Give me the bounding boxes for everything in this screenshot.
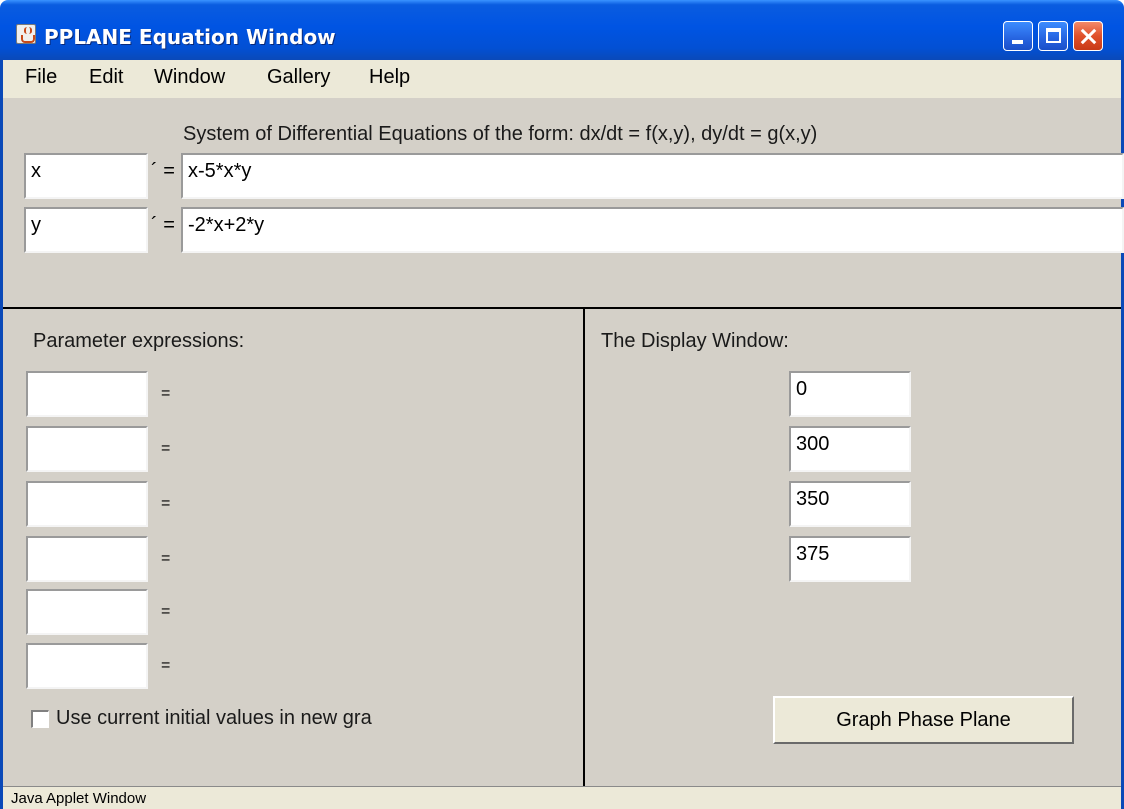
minimize-icon [1012,40,1023,44]
equations-header: System of Differential Equations of the … [183,123,818,145]
menu-bar: File Edit Window Gallery Help [3,60,1121,98]
status-bar: Java Applet Window [3,786,1121,809]
display-field-4[interactable]: 375 [789,536,911,582]
parameter-equals-6: = [161,657,171,674]
parameter-field-6[interactable] [26,643,148,689]
title-bar: PPLANE Equation Window [0,0,1124,60]
parameter-field-3[interactable] [26,481,148,527]
parameter-field-5[interactable] [26,589,148,635]
status-text: Java Applet Window [11,790,147,807]
maximize-button[interactable] [1038,21,1068,51]
parameter-equals-3: = [161,495,171,512]
y-prime-equals: ´ = [151,214,175,236]
menu-help[interactable]: Help [369,66,410,89]
maximize-icon [1046,28,1061,43]
parameter-equals-2: = [161,440,171,457]
parameter-equals-4: = [161,550,171,567]
graph-phase-plane-button[interactable]: Graph Phase Plane [773,696,1074,744]
display-field-3[interactable]: 350 [789,481,911,527]
y-variable-field[interactable]: y [24,207,148,253]
java-icon [16,24,36,44]
menu-edit[interactable]: Edit [89,66,123,89]
parameter-field-1[interactable] [26,371,148,417]
display-window-title: The Display Window: [601,330,789,352]
display-field-2[interactable]: 300 [789,426,911,472]
parameter-field-2[interactable] [26,426,148,472]
parameter-field-4[interactable] [26,536,148,582]
column-divider [583,309,585,786]
parameter-equals-5: = [161,603,171,620]
close-button[interactable] [1073,21,1103,51]
menu-window[interactable]: Window [154,66,225,89]
menu-file[interactable]: File [25,66,57,89]
x-prime-equals: ´ = [151,160,175,182]
minimize-button[interactable] [1003,21,1033,51]
parameter-equals-1: = [161,385,171,402]
display-field-1[interactable]: 0 [789,371,911,417]
initial-values-label: Use current initial values in new gra [56,707,372,729]
window-client: File Edit Window Gallery Help System of … [0,60,1124,809]
window-title: PPLANE Equation Window [44,25,336,49]
section-divider [3,307,1121,309]
x-expression-field[interactable]: x-5*x*y [181,153,1124,199]
y-expression-field[interactable]: -2*x+2*y [181,207,1124,253]
initial-values-checkbox[interactable] [31,710,49,728]
menu-gallery[interactable]: Gallery [267,66,330,89]
x-variable-field[interactable]: x [24,153,148,199]
parameters-title: Parameter expressions: [33,330,245,352]
